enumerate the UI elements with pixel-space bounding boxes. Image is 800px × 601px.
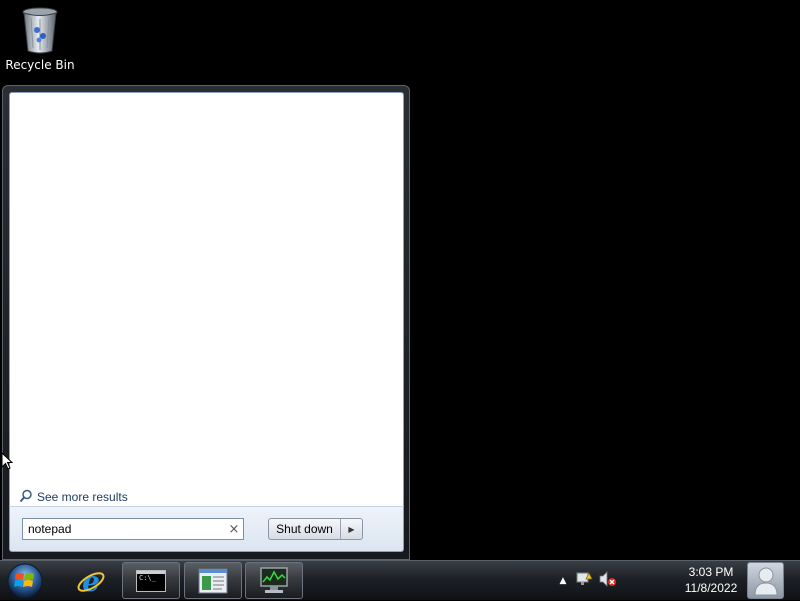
taskbar-command-prompt-button[interactable]: C:\_	[122, 562, 180, 599]
start-menu: See more results notepad × Shut down ▶	[2, 85, 410, 560]
clock-time: 3:03 PM	[688, 565, 734, 579]
start-button[interactable]	[5, 562, 45, 600]
mouse-cursor-icon	[1, 451, 14, 474]
user-account-button[interactable]	[747, 562, 784, 599]
recycle-bin-icon	[21, 6, 59, 54]
user-avatar-icon	[753, 567, 778, 595]
shutdown-options-arrow-icon[interactable]: ▶	[341, 519, 362, 539]
taskbar-task-manager-button[interactable]	[245, 562, 303, 599]
taskbar: e C:\_ ▲ 3:03 PM 11/8/2022	[0, 560, 800, 600]
windows-logo-icon	[7, 563, 43, 599]
desktop: Recycle Bin See more results notepad × S…	[0, 0, 800, 600]
clock-date: 11/8/2022	[684, 581, 738, 595]
see-more-results-link[interactable]: See more results	[19, 488, 128, 506]
system-tray: ▲	[555, 561, 625, 601]
show-hidden-icons-icon[interactable]: ▲	[557, 576, 569, 586]
command-prompt-icon: C:\_	[136, 569, 166, 592]
start-search-input[interactable]: notepad ×	[22, 518, 244, 540]
volume-muted-icon[interactable]	[599, 571, 617, 591]
task-manager-icon	[260, 566, 288, 593]
shutdown-button[interactable]: Shut down	[269, 519, 341, 539]
internet-explorer-icon: e	[77, 566, 105, 596]
desktop-icon-label: Recycle Bin	[5, 58, 75, 72]
start-menu-bottom-bar: notepad × Shut down ▶	[9, 506, 404, 552]
desktop-icon-recycle-bin[interactable]: Recycle Bin	[4, 4, 76, 76]
search-results-pane: See more results	[9, 92, 404, 506]
shutdown-button-group: Shut down ▶	[268, 518, 363, 540]
taskbar-internet-explorer-button[interactable]: e	[62, 562, 120, 599]
network-icon[interactable]	[575, 571, 593, 591]
command-prompt-icon-text: C:\_	[139, 573, 156, 582]
see-more-results-label: See more results	[37, 490, 128, 504]
document-icon	[198, 568, 228, 593]
clear-icon[interactable]: ×	[225, 522, 243, 537]
taskbar-clock[interactable]: 3:03 PM 11/8/2022	[672, 564, 750, 598]
taskbar-document-button[interactable]	[184, 562, 242, 599]
search-input-value: notepad	[28, 522, 72, 536]
search-magnifier-icon	[19, 488, 33, 507]
